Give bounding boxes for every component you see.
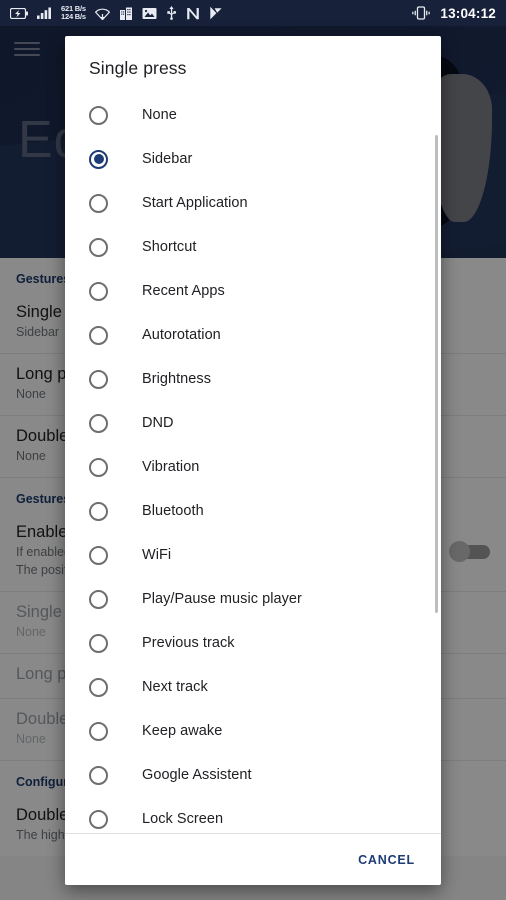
radio-button-icon[interactable] (89, 545, 108, 565)
option-autorotation[interactable]: Autorotation (65, 313, 441, 357)
radio-button-icon[interactable] (89, 325, 108, 345)
option-label: WiFi (142, 547, 172, 563)
radio-button-icon[interactable] (89, 413, 108, 433)
radio-button-icon[interactable] (89, 369, 108, 389)
image-icon (142, 7, 157, 19)
signal-bars-icon (37, 7, 51, 19)
option-label: Vibration (142, 459, 200, 475)
vibration-icon (412, 6, 431, 20)
cancel-button[interactable]: CANCEL (354, 847, 419, 873)
radio-button-icon[interactable] (89, 633, 108, 653)
option-bluetooth[interactable]: Bluetooth (65, 489, 441, 533)
wifi-icon (94, 8, 110, 20)
battery-charging-icon (10, 7, 28, 19)
status-bar-right: 13:04:12 (411, 6, 496, 21)
single-press-dialog: Single press None Sidebar Start Applicatio… (65, 36, 441, 885)
option-lock-screen[interactable]: Lock Screen (65, 797, 441, 833)
option-brightness[interactable]: Brightness (65, 357, 441, 401)
usb-icon (167, 6, 176, 20)
option-play-pause-music-player[interactable]: Play/Pause music player (65, 577, 441, 621)
dialog-options-list[interactable]: None Sidebar Start Application Shortcut Rece… (65, 93, 441, 833)
status-bar-clock: 13:04:12 (440, 5, 496, 21)
radio-button-icon[interactable] (89, 765, 108, 785)
option-sidebar[interactable]: Sidebar (65, 137, 441, 181)
option-google-assistent[interactable]: Google Assistent (65, 753, 441, 797)
radio-button-icon[interactable] (89, 457, 108, 477)
option-label: Next track (142, 679, 208, 695)
option-shortcut[interactable]: Shortcut (65, 225, 441, 269)
option-label: Recent Apps (142, 283, 225, 299)
radio-button-icon[interactable] (89, 589, 108, 609)
nova-launcher-icon (187, 7, 199, 19)
radio-button-icon[interactable] (89, 721, 108, 741)
radio-button-icon[interactable] (89, 105, 108, 125)
dialog-title: Single press (89, 58, 187, 78)
option-label: Brightness (142, 371, 212, 387)
option-label: Sidebar (142, 151, 193, 167)
radio-button-icon[interactable] (89, 237, 108, 257)
dialog-scrollbar-thumb[interactable] (435, 135, 438, 613)
radio-button-icon[interactable] (89, 501, 108, 521)
option-label: Autorotation (142, 327, 221, 343)
checkmark-flag-icon (210, 6, 222, 20)
option-next-track[interactable]: Next track (65, 665, 441, 709)
radio-button-icon[interactable] (89, 193, 108, 213)
dialog-actions: CANCEL (65, 833, 441, 885)
radio-button-icon[interactable] (89, 809, 108, 829)
option-label: None (142, 107, 177, 123)
option-wifi[interactable]: WiFi (65, 533, 441, 577)
status-bar-left-icons: 621 B/s 124 B/s (10, 4, 411, 22)
data-rate-indicator: 621 B/s 124 B/s (61, 4, 86, 22)
option-label: DND (142, 415, 174, 431)
radio-button-icon[interactable] (89, 281, 108, 301)
data-rate-up: 124 B/s (61, 12, 86, 21)
option-label: Keep awake (142, 723, 223, 739)
option-vibration[interactable]: Vibration (65, 445, 441, 489)
status-bar: 621 B/s 124 B/s 13:04:12 (0, 0, 506, 26)
option-none[interactable]: None (65, 93, 441, 137)
radio-button-icon[interactable] (89, 149, 108, 169)
option-dnd[interactable]: DND (65, 401, 441, 445)
phone-screen: 621 B/s 124 B/s 13:04:12 Ed Gestures Sin… (0, 0, 506, 900)
option-label: Bluetooth (142, 503, 204, 519)
building-icon (119, 7, 132, 20)
option-label: Lock Screen (142, 811, 224, 827)
option-label: Play/Pause music player (142, 591, 302, 607)
option-label: Google Assistent (142, 767, 252, 783)
option-start-application[interactable]: Start Application (65, 181, 441, 225)
option-label: Start Application (142, 195, 248, 211)
option-keep-awake[interactable]: Keep awake (65, 709, 441, 753)
option-label: Shortcut (142, 239, 197, 255)
option-label: Previous track (142, 635, 235, 651)
option-previous-track[interactable]: Previous track (65, 621, 441, 665)
option-recent-apps[interactable]: Recent Apps (65, 269, 441, 313)
radio-button-icon[interactable] (89, 677, 108, 697)
